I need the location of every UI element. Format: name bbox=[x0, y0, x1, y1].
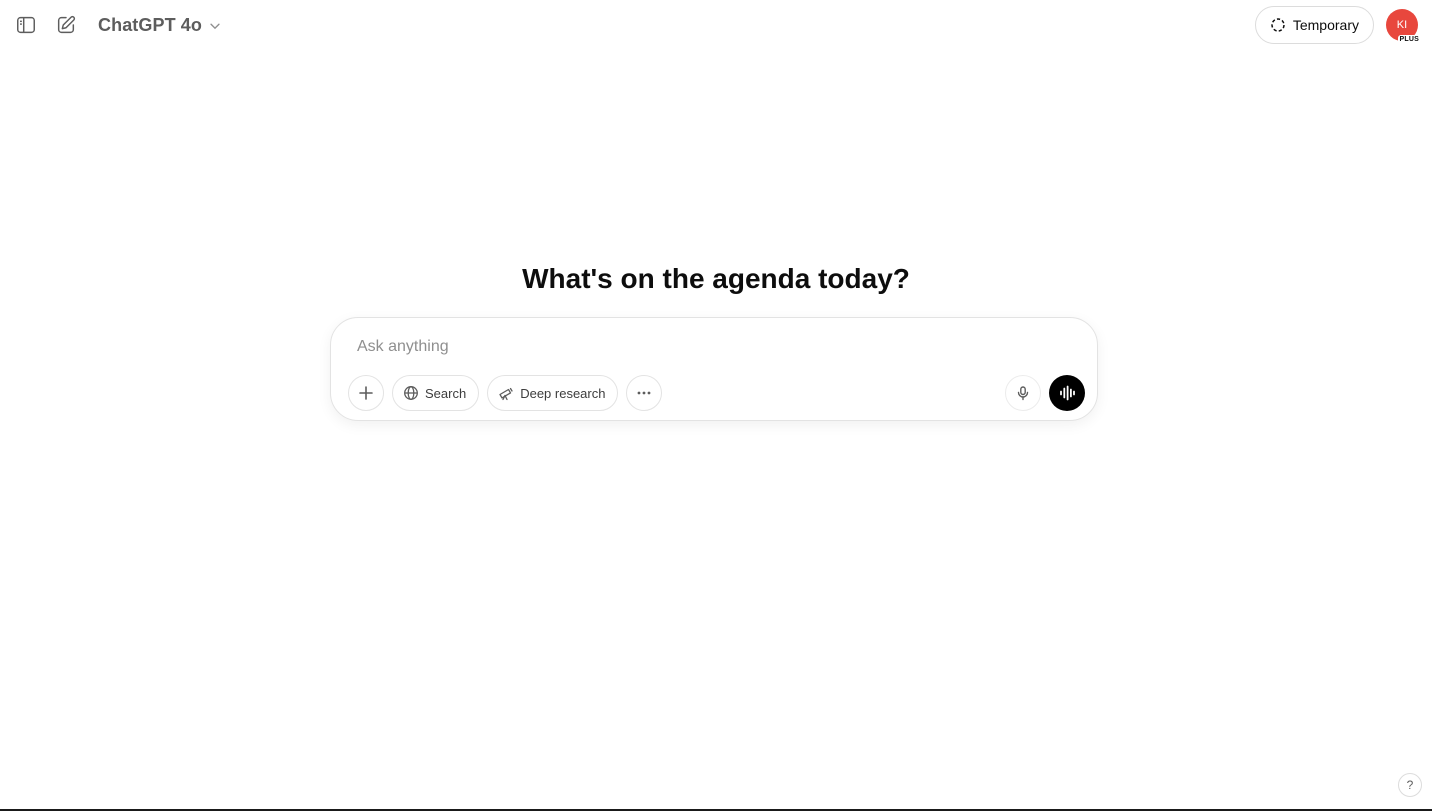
page-title: What's on the agenda today? bbox=[522, 263, 910, 294]
temporary-chat-button[interactable]: Temporary bbox=[1254, 6, 1374, 44]
avatar-initials: KI bbox=[1396, 19, 1408, 31]
deep-research-label: Deep research bbox=[520, 385, 606, 401]
sidebar-toggle-button[interactable] bbox=[14, 13, 38, 37]
deep-research-button[interactable]: Deep research bbox=[487, 375, 619, 411]
voice-mode-button[interactable] bbox=[1049, 375, 1085, 411]
search-button[interactable]: Search bbox=[392, 375, 480, 411]
top-bar: ChatGPT 4o Temporary KI PLUS bbox=[0, 0, 1432, 50]
voice-wave-icon bbox=[1060, 385, 1075, 401]
search-label: Search bbox=[425, 385, 467, 401]
prompt-input[interactable] bbox=[357, 334, 1057, 360]
globe-icon bbox=[404, 386, 418, 400]
dashed-circle-icon bbox=[1271, 18, 1285, 32]
prompt-composer: Search Deep research bbox=[330, 317, 1098, 421]
telescope-icon bbox=[499, 387, 513, 401]
add-attachment-button[interactable] bbox=[348, 375, 384, 411]
avatar[interactable]: KI PLUS bbox=[1386, 9, 1421, 44]
new-chat-icon bbox=[57, 15, 76, 34]
new-chat-button[interactable] bbox=[54, 13, 78, 37]
composer-toolbar: Search Deep research bbox=[348, 375, 1085, 411]
more-dots-icon bbox=[638, 391, 651, 395]
dictate-button[interactable] bbox=[1005, 375, 1041, 411]
chevron-down-icon bbox=[210, 23, 220, 30]
more-tools-button[interactable] bbox=[626, 375, 663, 411]
microphone-icon bbox=[1017, 386, 1029, 401]
temporary-label: Temporary bbox=[1292, 17, 1359, 33]
chat-page: ChatGPT 4o Temporary KI PLUS What's on t… bbox=[0, 0, 1432, 811]
model-selector[interactable]: ChatGPT 4o bbox=[98, 15, 222, 36]
model-name: ChatGPT 4o bbox=[98, 14, 203, 35]
plus-icon bbox=[359, 386, 373, 400]
header-actions: Temporary KI PLUS bbox=[1254, 6, 1421, 44]
sidebar-toggle-icon bbox=[17, 16, 35, 34]
plan-badge: PLUS bbox=[1397, 35, 1421, 44]
help-button[interactable]: ? bbox=[1398, 773, 1422, 797]
